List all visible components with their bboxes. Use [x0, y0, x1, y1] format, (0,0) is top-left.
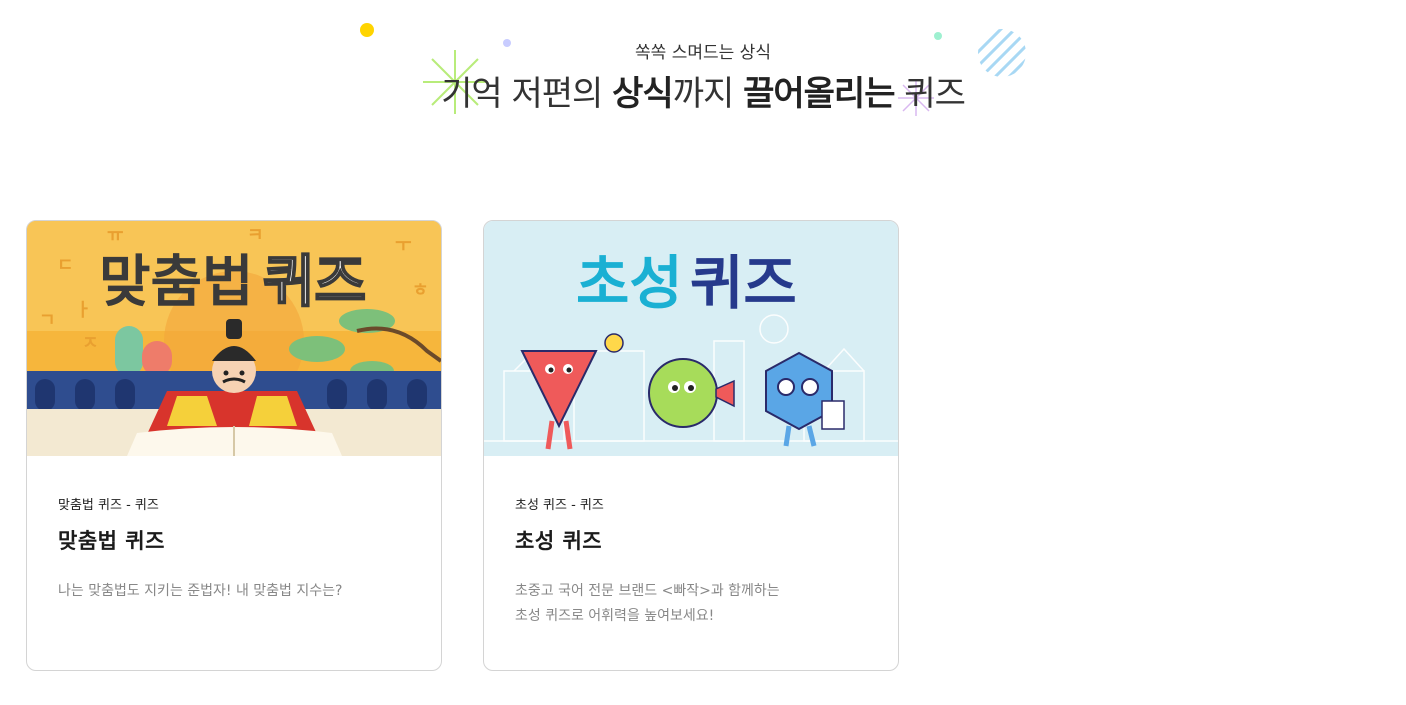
card-body: 맞춤법 퀴즈 - 퀴즈 맞춤법 퀴즈 나는 맞춤법도 지키는 준법자! 내 맞춤… [58, 494, 417, 604]
card-category: 맞춤법 퀴즈 - 퀴즈 [58, 498, 159, 513]
card-title[interactable]: 맞춤법 퀴즈 [58, 525, 417, 555]
chosung-quiz-illustration: 초성 퀴즈 [484, 221, 898, 456]
svg-text:ㅋ: ㅋ [247, 225, 264, 246]
svg-text:ㄷ: ㄷ [57, 255, 74, 276]
card-title[interactable]: 초성 퀴즈 [515, 525, 874, 555]
svg-text:ㄱ: ㄱ [39, 310, 56, 331]
hero-subtitle: 쏙쏙 스며드는 상식 [635, 43, 771, 63]
thumb-title-2: 퀴즈 [690, 249, 797, 317]
thumb-title-2: 퀴즈 [263, 250, 366, 315]
svg-text:ㅏ: ㅏ [75, 300, 92, 321]
svg-text:ㅎ: ㅎ [412, 280, 429, 301]
card-description: 초중고 국어 전문 브랜드 <빠작>과 함께하는 초성 퀴즈로 어휘력을 높여보세… [515, 583, 780, 624]
quiz-card-spelling[interactable]: ㄷ ㅠ ㅋ ㅜ ㅎㄱㅏㅈ 맞춤법 퀴즈 맞춤법 퀴즈 - 퀴즈 맞춤법 퀴즈 나는 맞… [26, 220, 442, 671]
spelling-quiz-illustration: ㄷ ㅠ ㅋ ㅜ ㅎㄱ ㅏㅈ 맞춤법 퀴즈 [27, 221, 441, 456]
card-category: 초성 퀴즈 - 퀴즈 [515, 498, 604, 513]
card-thumbnail[interactable]: ㄷ ㅠ ㅋ ㅜ ㅎㄱㅏㅈ 맞춤법 퀴즈 [27, 221, 441, 456]
hero-title: 기억 저편의 상식까지 끌어올리는 퀴즈 [441, 74, 966, 114]
thumb-title-1: 맞춤법 [99, 250, 254, 315]
card-thumbnail[interactable]: 초성 퀴즈 [484, 221, 898, 456]
svg-text:ㅜ: ㅜ [395, 235, 412, 256]
svg-text:ㅠ: ㅠ [107, 225, 124, 246]
card-body: 초성 퀴즈 - 퀴즈 초성 퀴즈 초중고 국어 전문 브랜드 <빠작>과 함께하… [515, 494, 874, 629]
quiz-card-chosung[interactable]: 초성 퀴즈 초성 퀴즈 - 퀴즈 초성 퀴즈 초중고 국어 전문 브랜드 <빠작… [483, 220, 899, 671]
svg-text:ㅈ: ㅈ [82, 333, 99, 354]
thumb-title-1: 초성 [576, 249, 683, 317]
hero-section: 쏙쏙 스며드는 상식 기억 저편의 상식까지 끌어올리는 퀴즈 [0, 0, 1406, 130]
card-description: 나는 맞춤법도 지키는 준법자! 내 맞춤법 지수는? [58, 583, 343, 599]
